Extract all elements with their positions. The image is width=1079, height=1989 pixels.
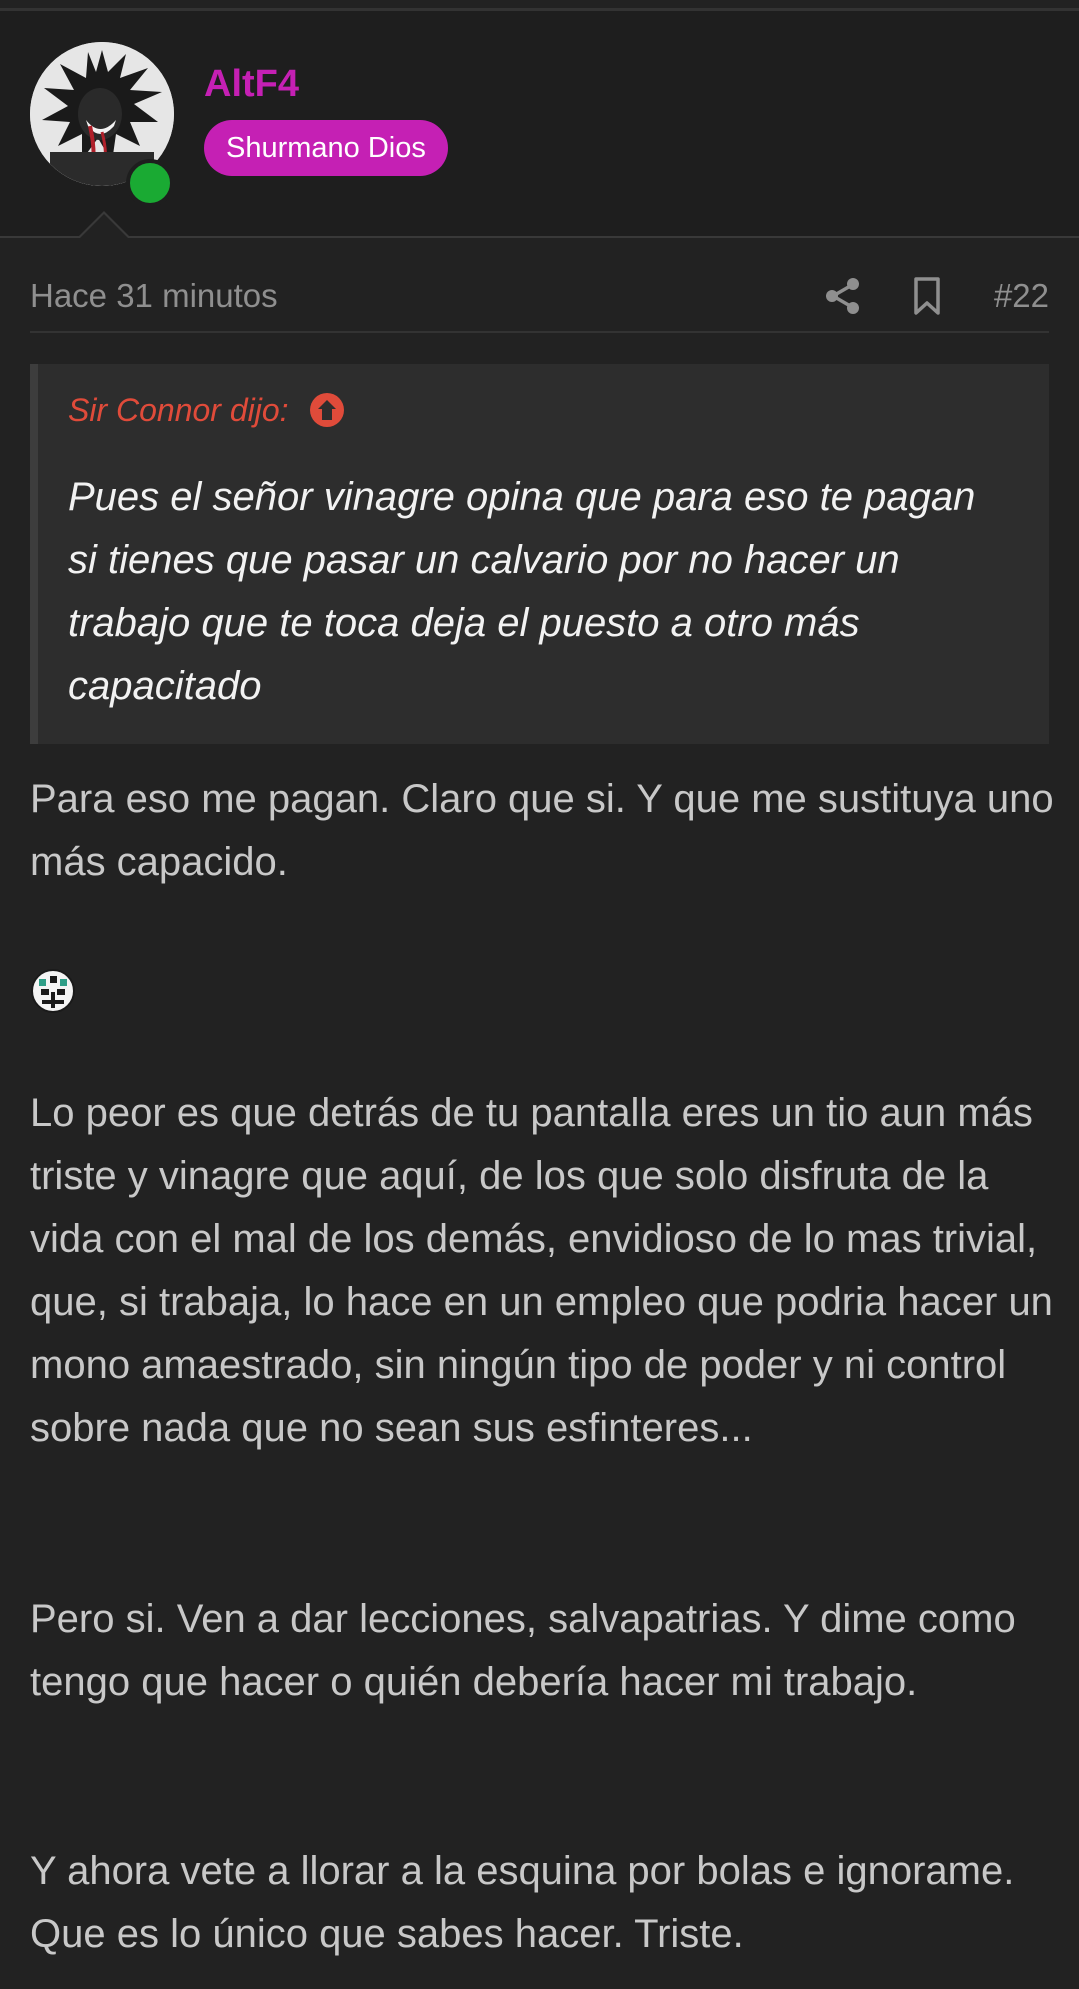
header-divider: [0, 236, 1079, 238]
post-paragraph-3: Pero si. Ven a dar lecciones, salvapatri…: [30, 1597, 1016, 1704]
post-paragraph-2: Lo peor es que detrás de tu pantalla ere…: [30, 1091, 1053, 1450]
post-meta-row: Hace 31 minutos #22: [30, 266, 1049, 326]
header-caret: [78, 211, 130, 238]
username[interactable]: AltF4: [204, 58, 299, 110]
quote-text: Pues el señor vinagre opina que para eso…: [68, 475, 976, 708]
quote-author[interactable]: Sir Connor dijo:: [68, 392, 289, 429]
quote-header[interactable]: Sir Connor dijo:: [68, 386, 345, 434]
smiley-emoji-icon: [30, 968, 76, 1014]
bookmark-icon[interactable]: [907, 276, 947, 316]
post-paragraph-1: Para eso me pagan. Claro que si. Y que m…: [30, 777, 1054, 884]
post-paragraph-4: Y ahora vete a llorar a la esquina por b…: [30, 1849, 1015, 1956]
jump-to-quote-icon[interactable]: [309, 392, 345, 428]
rank-badge: Shurmano Dios: [204, 120, 448, 176]
quote-block: Sir Connor dijo: Pues el señor vinagre o…: [30, 364, 1049, 744]
post-timestamp[interactable]: Hace 31 minutos: [30, 266, 278, 326]
online-status-indicator: [126, 159, 174, 207]
share-icon[interactable]: [823, 276, 863, 316]
meta-divider: [30, 331, 1049, 333]
post-number-link[interactable]: #22: [994, 266, 1049, 326]
